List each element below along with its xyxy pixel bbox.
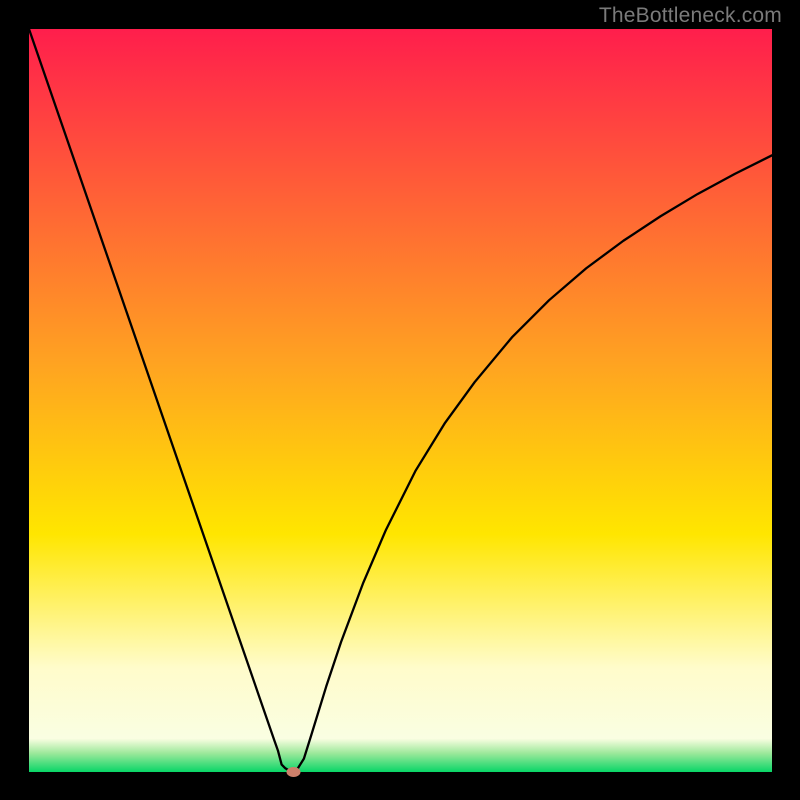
bottleneck-chart — [0, 0, 800, 800]
chart-container: TheBottleneck.com — [0, 0, 800, 800]
watermark-text: TheBottleneck.com — [599, 4, 782, 28]
optimal-point-marker — [287, 767, 301, 777]
chart-plot-area — [29, 29, 772, 772]
